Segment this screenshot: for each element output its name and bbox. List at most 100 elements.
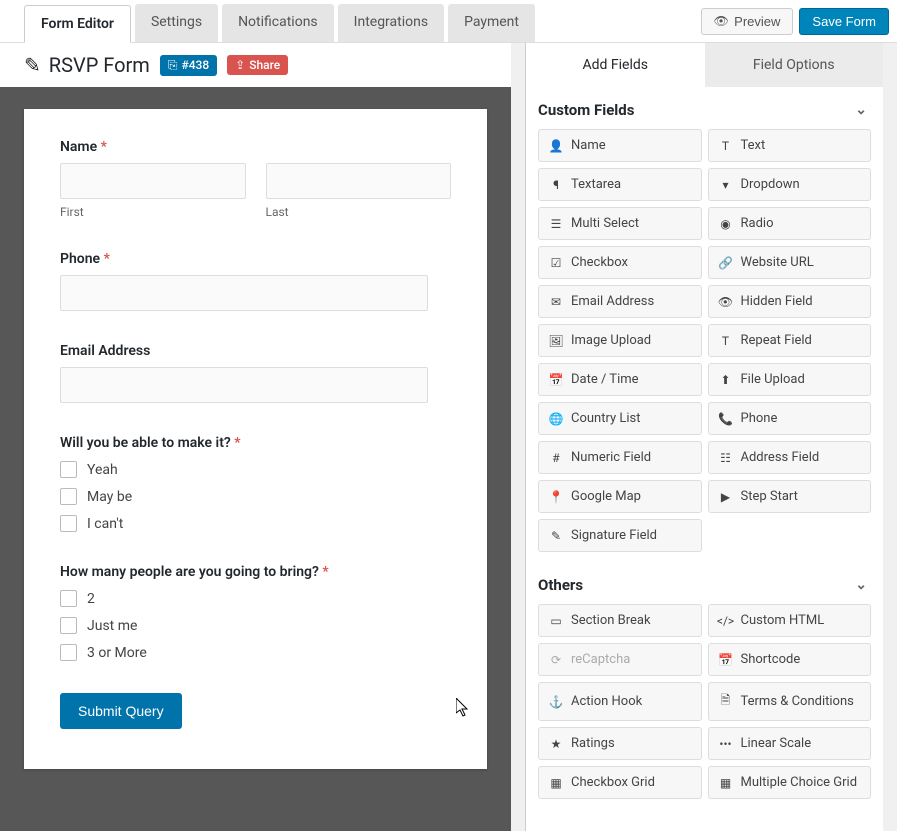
field-shortcode-btn[interactable]: 📅Shortcode [708,643,872,676]
grid-icon: ▦ [549,776,563,790]
field-checkbox-grid-btn[interactable]: ▦Checkbox Grid [538,766,702,799]
share-button[interactable]: ⇪ Share [227,55,288,75]
opt-maybe: May be [87,489,132,505]
section-custom-fields[interactable]: Custom Fields ⌄ [526,87,883,129]
left-scrollbar[interactable] [511,43,525,831]
field-dropdown-btn[interactable]: ▾Dropdown [708,168,872,201]
pencil-square-icon: ✎ [549,529,563,543]
caret-down-icon: ▾ [719,178,733,192]
field-hidden-btn[interactable]: 👁Hidden Field [708,285,872,318]
tab-settings[interactable]: Settings [135,4,218,42]
save-form-button[interactable]: Save Form [799,8,889,35]
checkbox[interactable] [60,461,77,478]
field-checkbox-btn[interactable]: ☑Checkbox [538,246,702,279]
opt-2: 2 [87,591,95,607]
calendar-icon: 📅 [719,653,733,667]
phone-label: Phone [60,251,100,267]
last-sublabel: Last [266,205,452,219]
field-phone-btn[interactable]: 📞Phone [708,402,872,435]
field-phone[interactable]: Phone * [60,251,451,311]
field-image-btn[interactable]: 🖼Image Upload [538,324,702,357]
checkbox[interactable] [60,590,77,607]
globe-icon: 🌐 [549,412,563,426]
tab-payment[interactable]: Payment [448,4,535,42]
eye-icon: 👁 [714,14,728,28]
tab-integrations[interactable]: Integrations [338,4,444,42]
first-sublabel: First [60,205,246,219]
chevron-down-icon: ⌄ [855,102,867,118]
field-name-btn[interactable]: 👤Name [538,129,702,162]
code-icon: </> [719,614,733,628]
form-id-text: #438 [181,58,209,72]
email-input[interactable] [60,367,428,403]
copy-icon: ⎘ [168,58,178,73]
field-signature-btn[interactable]: ✎Signature Field [538,519,702,552]
share-label: Share [249,58,280,72]
field-repeat-btn[interactable]: TRepeat Field [708,324,872,357]
form-id-badge[interactable]: ⎘ #438 [160,55,217,76]
field-ratings-btn[interactable]: ★Ratings [538,727,702,760]
field-numeric-btn[interactable]: #Numeric Field [538,441,702,474]
required-marker: * [322,564,328,580]
field-fileupload-btn[interactable]: ⬆File Upload [708,363,872,396]
field-mc-grid-btn[interactable]: ▦Multiple Choice Grid [708,766,872,799]
field-name[interactable]: Name * First Last [60,139,451,219]
field-textarea-btn[interactable]: ¶Textarea [538,168,702,201]
field-email[interactable]: Email Address [60,343,451,403]
opt-cant: I can't [87,516,123,532]
field-section-break-btn[interactable]: ▭Section Break [538,604,702,637]
recaptcha-icon: ⟳ [549,653,563,667]
star-icon: ★ [549,737,563,751]
field-email-btn[interactable]: ✉Email Address [538,285,702,318]
main-tabs: Form Editor Settings Notifications Integ… [0,4,535,42]
checkbox[interactable] [60,488,77,505]
q1-label: Will you be able to make it? [60,435,231,451]
preview-button[interactable]: 👁 Preview [701,8,793,35]
field-step-btn[interactable]: ▶Step Start [708,480,872,513]
field-guest-count[interactable]: How many people are you going to bring? … [60,564,451,661]
tab-field-options[interactable]: Field Options [705,43,884,87]
field-address-btn[interactable]: ☷Address Field [708,441,872,474]
user-icon: 👤 [549,139,563,153]
fields-panel: Custom Fields ⌄ 👤Name TText ¶Textarea ▾D… [526,87,883,831]
step-icon: ▶ [719,490,733,504]
field-datetime-btn[interactable]: 📅Date / Time [538,363,702,396]
eye-slash-icon: 👁 [719,295,733,309]
list-icon: ☰ [549,217,563,231]
checkbox-icon: ☑ [549,256,563,270]
section-others[interactable]: Others ⌄ [526,562,883,604]
upload-icon: ⬆ [719,373,733,387]
tab-form-editor[interactable]: Form Editor [24,5,131,43]
field-country-btn[interactable]: 🌐Country List [538,402,702,435]
right-scrollbar[interactable] [883,43,897,831]
phone-input[interactable] [60,275,428,311]
tab-add-fields[interactable]: Add Fields [526,43,705,87]
field-action-hook-btn[interactable]: ⚓Action Hook [538,682,702,721]
field-gmap-btn[interactable]: 📍Google Map [538,480,702,513]
q2-label: How many people are you going to bring? [60,564,319,580]
first-name-input[interactable] [60,163,246,199]
share-icon: ⇪ [235,58,245,72]
field-terms-btn[interactable]: 🗎Terms & Conditions [708,682,872,721]
submit-button[interactable]: Submit Query [60,693,182,729]
field-radio-btn[interactable]: ◉Radio [708,207,872,240]
chevron-down-icon: ⌄ [855,577,867,593]
text-icon: T [719,139,733,153]
phone-icon: 📞 [719,412,733,426]
name-label: Name [60,139,97,155]
field-linear-btn[interactable]: •••Linear Scale [708,727,872,760]
field-recaptcha-btn[interactable]: ⟳reCaptcha [538,643,702,676]
field-text-btn[interactable]: TText [708,129,872,162]
required-marker: * [101,139,107,155]
grid-icon: ▦ [719,776,733,790]
last-name-input[interactable] [266,163,452,199]
field-custom-html-btn[interactable]: </>Custom HTML [708,604,872,637]
field-multiselect-btn[interactable]: ☰Multi Select [538,207,702,240]
checkbox[interactable] [60,617,77,634]
field-url-btn[interactable]: 🔗Website URL [708,246,872,279]
preview-label: Preview [734,14,780,29]
tab-notifications[interactable]: Notifications [222,4,334,42]
checkbox[interactable] [60,644,77,661]
checkbox[interactable] [60,515,77,532]
field-attending[interactable]: Will you be able to make it? * Yeah May … [60,435,451,532]
